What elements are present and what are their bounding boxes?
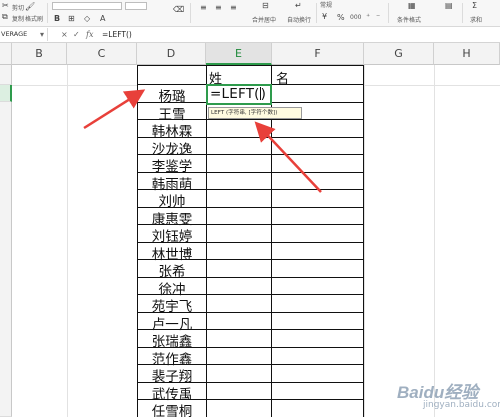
copy-icon[interactable]: ⧉ <box>2 13 8 21</box>
font-name-select[interactable] <box>52 2 122 10</box>
function-tooltip: LEFT (字符串, [字符个数]) <box>208 107 302 119</box>
table-border <box>137 65 364 66</box>
name-cell[interactable]: 裴子翔 <box>138 365 206 385</box>
name-cell[interactable]: 杨璐 <box>138 85 206 105</box>
row-header[interactable] <box>0 102 12 417</box>
column-header-b[interactable]: B <box>12 43 67 65</box>
name-cell[interactable]: 任雪桐 <box>138 400 206 417</box>
cut-button[interactable]: 剪切 <box>12 3 24 12</box>
font-size-select[interactable] <box>125 2 147 10</box>
column-header-e[interactable]: E <box>206 43 272 65</box>
ribbon-divider <box>316 3 317 23</box>
column-header-g[interactable]: G <box>364 43 434 65</box>
sum-icon[interactable]: Σ <box>472 2 477 10</box>
percent-icon[interactable]: % <box>337 13 345 22</box>
column-header-c[interactable]: C <box>67 43 137 65</box>
conditional-format-icon[interactable]: ▦ <box>408 2 416 10</box>
merge-center-icon[interactable]: ⊟ <box>262 2 269 10</box>
gridline <box>434 65 435 417</box>
column-header-f[interactable]: F <box>272 43 364 65</box>
border-icon[interactable]: ⊞ <box>68 15 75 23</box>
formula-bar: VERAGE ▾ × ✓ fx =LEFT() <box>0 27 500 43</box>
copy-button[interactable]: 复制 <box>12 14 24 23</box>
format-painter-icon[interactable]: 🖌 <box>25 3 35 11</box>
conditional-format-button[interactable]: 条件格式 <box>397 15 421 24</box>
table-style-icon[interactable]: ▤ <box>445 2 453 10</box>
close-paren: ) <box>260 86 267 102</box>
insert-function-icon[interactable]: fx <box>86 29 93 40</box>
sum-button[interactable]: 求和 <box>470 15 482 24</box>
gridline <box>67 65 68 417</box>
currency-icon[interactable]: ¥ <box>322 13 327 21</box>
name-cell[interactable]: 刘钰婷 <box>138 225 206 245</box>
name-cell[interactable]: 刘帅 <box>138 190 206 210</box>
formula-input[interactable]: =LEFT() <box>102 28 132 41</box>
wrap-text-button[interactable]: 自动换行 <box>287 15 311 24</box>
bold-icon[interactable]: B <box>54 15 60 23</box>
header-cell-f[interactable]: 名 <box>276 68 289 87</box>
decrease-decimal-icon[interactable]: ⁻ <box>376 13 380 21</box>
gridline <box>364 65 365 417</box>
watermark-url: jingyan.baidu.com <box>423 400 500 410</box>
select-all-corner[interactable] <box>0 43 12 65</box>
align-bottom-icon[interactable]: ≡ <box>230 4 237 12</box>
name-cell[interactable]: 张希 <box>138 260 206 280</box>
ribbon-divider <box>462 3 463 23</box>
chevron-down-icon[interactable]: ▾ <box>40 29 44 40</box>
name-cell[interactable]: 苑宇飞 <box>138 295 206 315</box>
number-format-select[interactable]: 常规 <box>320 0 332 9</box>
thousands-icon[interactable]: 000 <box>350 14 361 21</box>
active-cell-formula: =LEFT <box>210 86 255 102</box>
name-cell[interactable]: 韩林霖 <box>138 120 206 140</box>
merge-center-button[interactable]: 合并居中 <box>252 15 276 24</box>
toolbar-ribbon: ✂ 剪切 ⧉ 复制 🖌 格式刷 B ⊞ ◇ A ⌫ ≡ ≡ ≡ ⊟ 合并居中 ↵… <box>0 0 500 27</box>
fill-color-icon[interactable]: ◇ <box>84 15 90 23</box>
wrap-text-icon[interactable]: ↵ <box>295 2 302 10</box>
increase-decimal-icon[interactable]: ⁺ <box>366 13 370 21</box>
ribbon-divider <box>47 3 48 23</box>
ribbon-divider <box>388 3 389 23</box>
gridline <box>364 85 500 86</box>
erase-icon[interactable]: ⌫ <box>173 6 184 14</box>
cut-icon[interactable]: ✂ <box>2 2 9 10</box>
font-color-icon[interactable]: A <box>100 15 105 23</box>
enter-icon[interactable]: ✓ <box>73 29 80 40</box>
column-header-d[interactable]: D <box>137 43 206 65</box>
align-middle-icon[interactable]: ≡ <box>215 4 222 12</box>
name-cell[interactable]: 张瑞鑫 <box>138 330 206 350</box>
ribbon-divider <box>190 3 191 23</box>
column-header-h[interactable]: H <box>434 43 500 65</box>
gridline <box>12 85 137 86</box>
active-cell-input[interactable]: =LEFT() <box>210 86 266 102</box>
row-header-active[interactable] <box>0 85 12 102</box>
align-top-icon[interactable]: ≡ <box>200 4 207 12</box>
row-header[interactable] <box>0 65 12 85</box>
watermark: Baidu经验 jingyan.baidu.com <box>395 372 500 417</box>
cancel-icon[interactable]: × <box>61 29 68 40</box>
format-painter-button[interactable]: 格式刷 <box>25 14 43 23</box>
name-cell[interactable]: 李鉴学 <box>138 155 206 175</box>
